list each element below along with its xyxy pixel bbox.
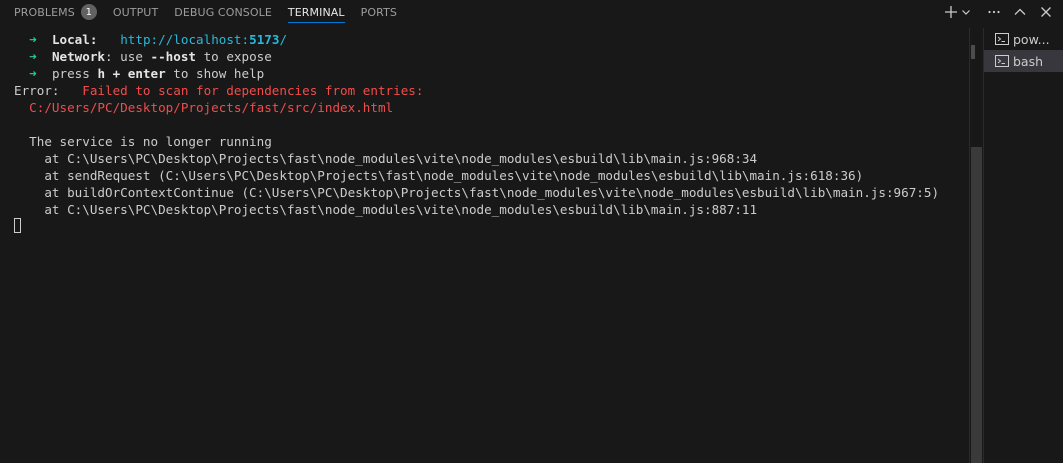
tab-output[interactable]: OUTPUT [105,0,166,24]
error-label: Error: [14,83,60,98]
maximize-panel-button[interactable] [1009,1,1031,23]
terminal-tab-powershell[interactable]: pow... [984,28,1063,50]
stack-frame: at buildOrContextContinue (C:\Users\PC\D… [44,185,940,200]
arrow-icon: ➜ [29,66,37,81]
ellipsis-icon [988,10,1000,14]
tab-problems[interactable]: PROBLEMS 1 [6,0,105,24]
close-panel-button[interactable] [1035,1,1057,23]
tab-label: OUTPUT [112,5,159,19]
problems-count-badge: 1 [80,4,97,20]
network-line: ➜ Network: use --host to expose [29,49,272,64]
local-url[interactable]: http://localhost:5173/ [120,32,287,47]
error-path: C:/Users/PC/Desktop/Projects/fast/src/in… [29,100,394,115]
stack-line: at C:\Users\PC\Desktop\Projects\fast\nod… [14,150,757,167]
tab-label: PORTS [360,5,397,19]
new-terminal-button[interactable] [943,1,959,23]
scrollbar-thumb[interactable] [971,147,982,463]
panel-actions [943,0,1057,24]
tab-label: PROBLEMS [14,5,75,19]
service-message: The service is no longer running [29,134,272,149]
stack-frame: at sendRequest (C:\Users\PC\Desktop\Proj… [44,168,864,183]
network-label: Network [51,49,106,64]
local-url-line: ➜ Local: http://localhost:5173/ [29,32,288,47]
error-line: Error: Failed to scan for dependencies f… [14,82,423,99]
local-label: Local [51,32,90,47]
terminal-icon [994,31,1010,47]
terminal-tab-label: bash [1013,53,1044,69]
help-key: h + enter [97,66,166,81]
stack-frame: at C:\Users\PC\Desktop\Projects\fast\nod… [44,151,758,166]
terminal-output[interactable]: ➜ Local: http://localhost:5173/ ➜ Networ… [0,28,968,463]
terminal-panel: PROBLEMS 1 OUTPUT DEBUG CONSOLE TERMINAL… [0,0,1063,463]
tab-terminal[interactable]: TERMINAL [280,0,353,24]
stack-frame: at C:\Users\PC\Desktop\Projects\fast\nod… [44,202,758,217]
error-message: Failed to scan for dependencies from ent… [82,83,424,98]
tab-ports[interactable]: PORTS [353,0,405,24]
terminal-tab-label: pow... [1013,31,1050,47]
arrow-icon: ➜ [29,32,37,47]
local-port: 5173 [249,32,280,47]
more-actions-button[interactable] [983,1,1005,23]
tab-debug-console[interactable]: DEBUG CONSOLE [166,0,280,24]
launch-profile-button[interactable] [959,1,973,23]
error-path-line: C:/Users/PC/Desktop/Projects/fast/src/in… [14,99,393,116]
terminal-cursor [14,218,21,233]
terminal-tab-bash[interactable]: bash [984,50,1063,72]
terminal-icon [994,53,1010,69]
tab-label: DEBUG CONSOLE [174,5,272,19]
stack-line: at sendRequest (C:\Users\PC\Desktop\Proj… [14,167,863,184]
plus-icon [945,6,957,18]
service-message-line: The service is no longer running [14,133,272,150]
stack-line: at buildOrContextContinue (C:\Users\PC\D… [14,184,939,201]
host-flag: --host [150,49,197,64]
terminal-tabs-list: pow... bash [983,28,1063,463]
help-line: ➜ press h + enter to show help [29,66,265,81]
chevron-up-icon [1014,8,1026,15]
close-icon [1041,7,1051,17]
panel-tabs: PROBLEMS 1 OUTPUT DEBUG CONSOLE TERMINAL… [0,0,405,24]
scrollbar-marker [971,45,975,59]
arrow-icon: ➜ [29,49,37,64]
chevron-down-icon [962,10,970,15]
stack-line: at C:\Users\PC\Desktop\Projects\fast\nod… [14,201,757,218]
tab-label: TERMINAL [287,5,345,19]
terminal-scrollbar[interactable] [969,28,982,463]
panel-tab-bar: PROBLEMS 1 OUTPUT DEBUG CONSOLE TERMINAL… [0,0,1063,24]
